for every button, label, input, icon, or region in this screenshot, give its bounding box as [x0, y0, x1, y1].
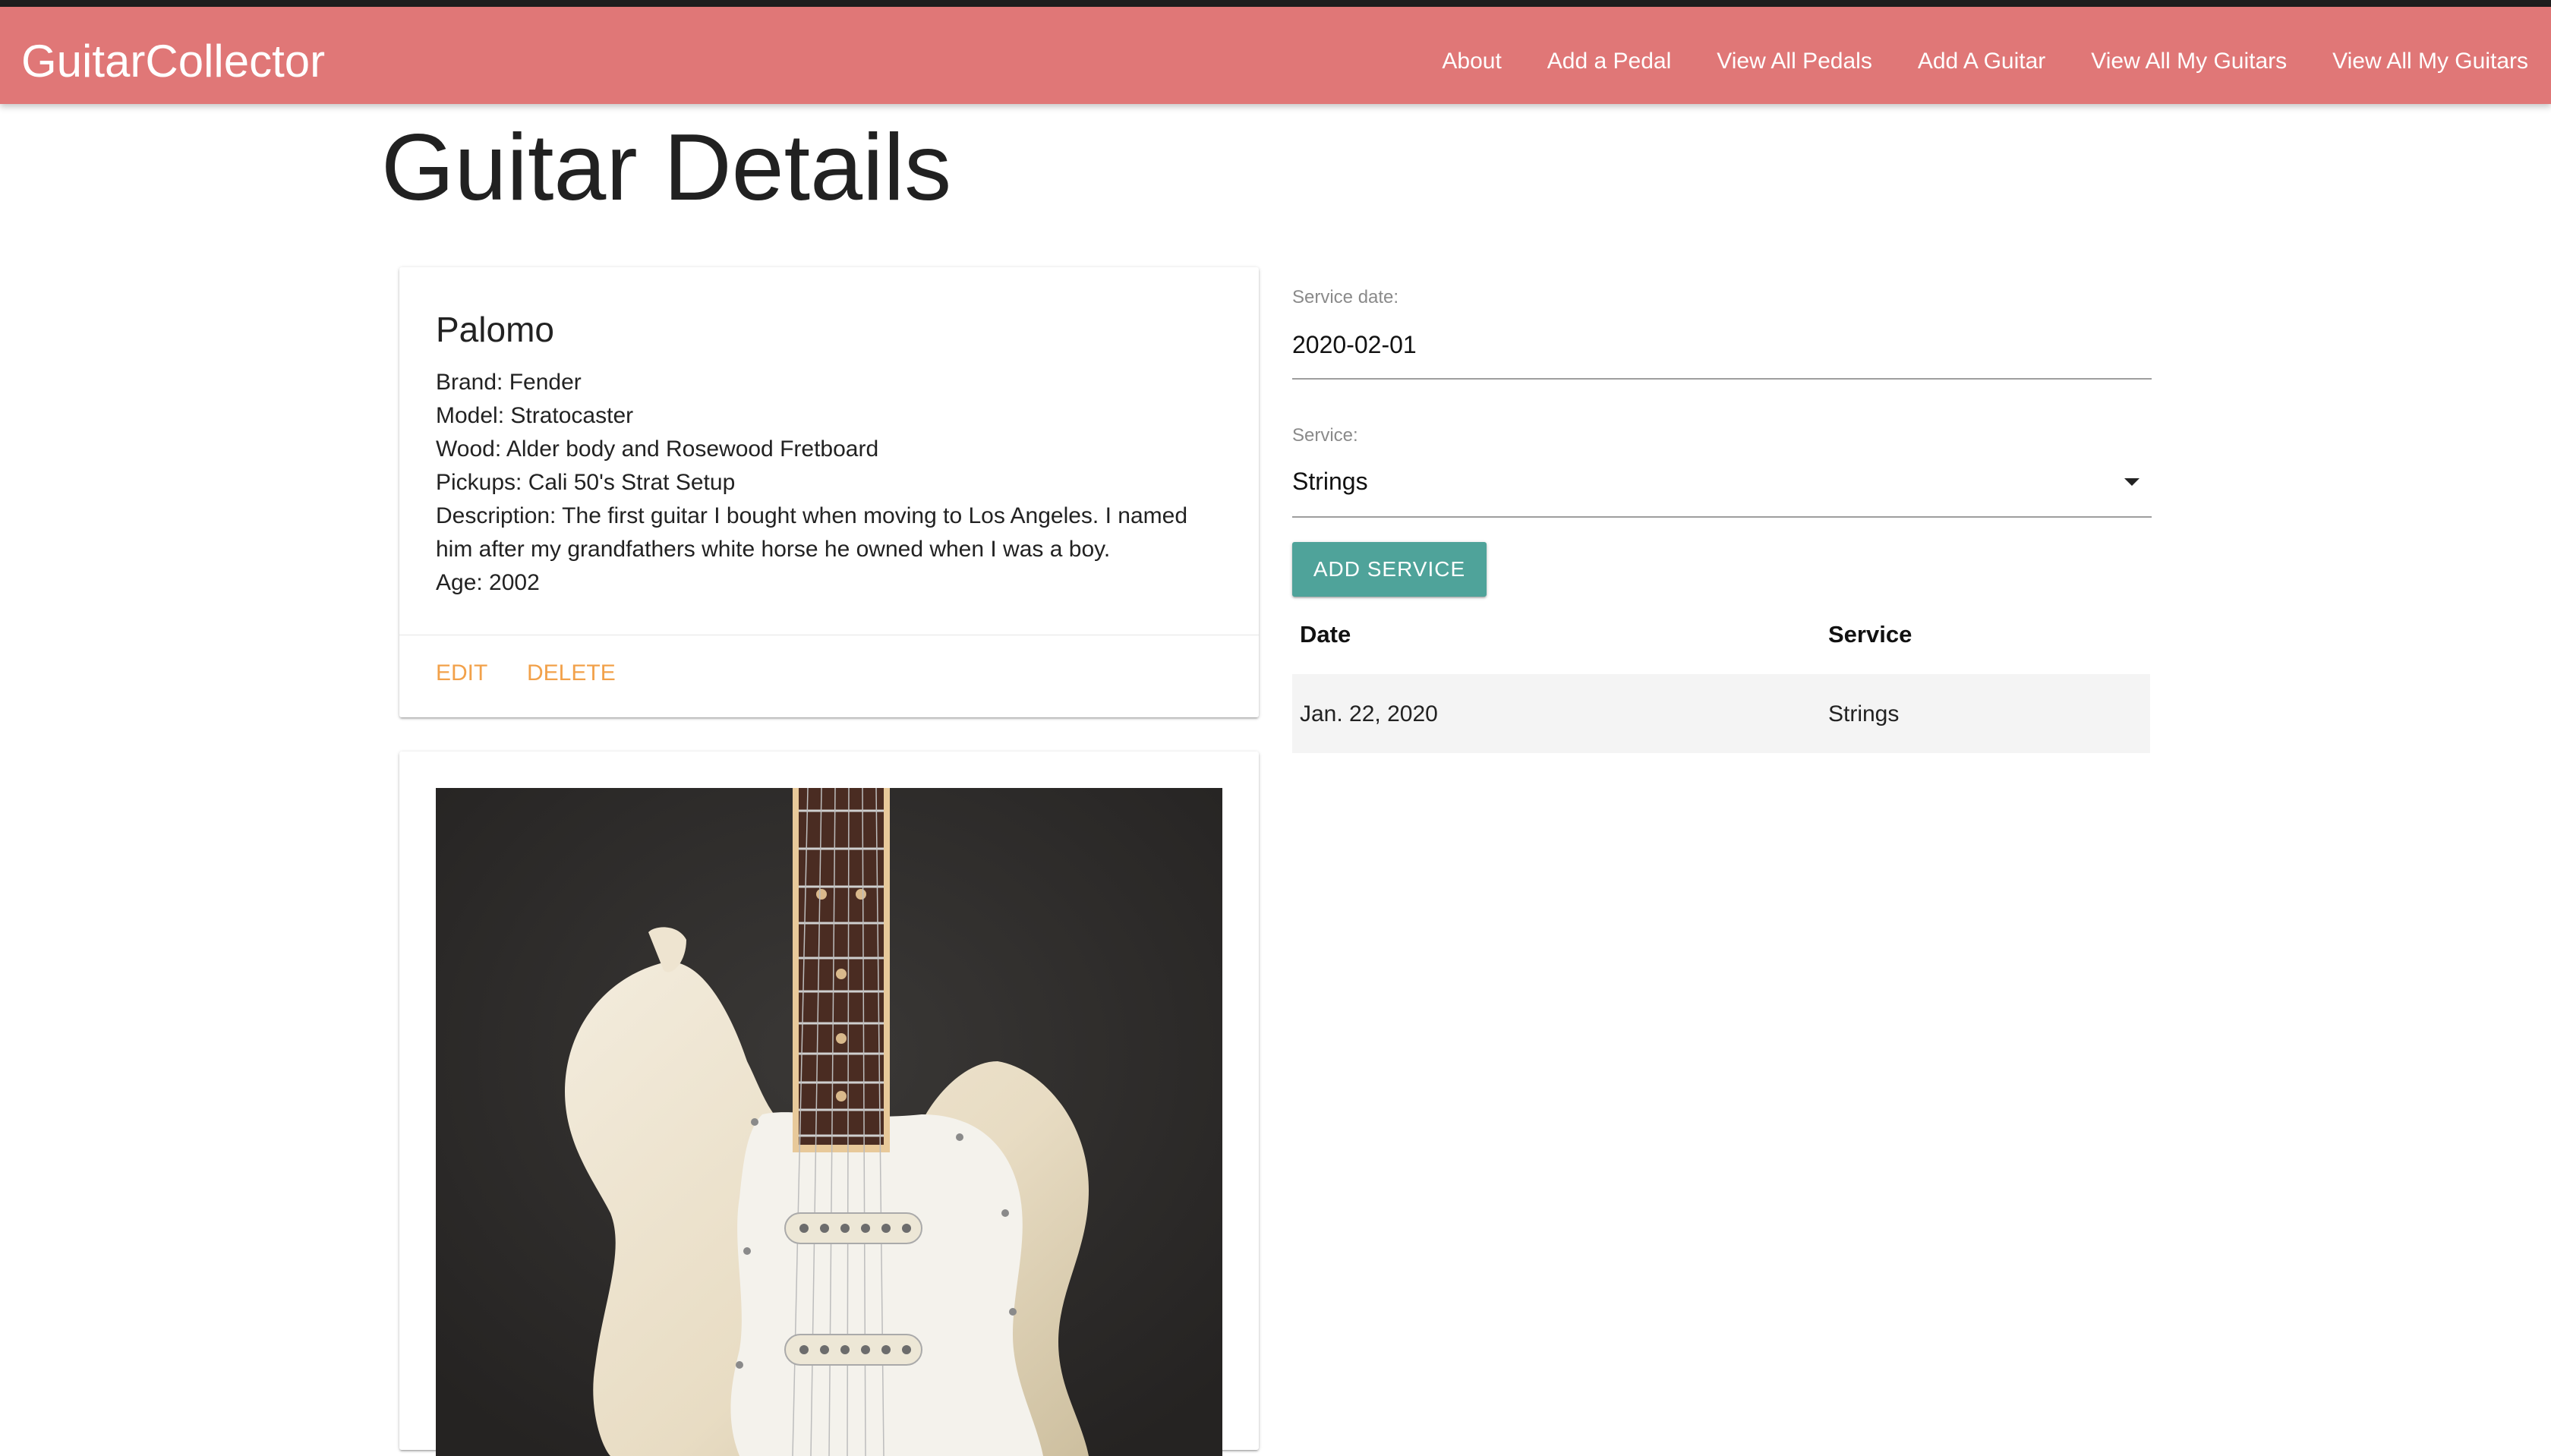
table-cell-date: Jan. 22, 2020 [1300, 701, 1438, 726]
table-cell-service: Strings [1828, 701, 1900, 726]
service-label: Service: [1292, 425, 1358, 446]
nav-link-add-pedal[interactable]: Add a Pedal [1547, 40, 1671, 83]
nav-links: About Add a Pedal View All Pedals Add A … [1442, 40, 2528, 83]
table-header-date: Date [1300, 621, 1351, 648]
nav-link-about[interactable]: About [1442, 40, 1501, 83]
service-date-input[interactable]: 2020-02-01 [1292, 331, 1417, 359]
table-header-service: Service [1828, 621, 1912, 648]
delete-link[interactable]: DELETE [527, 660, 616, 686]
guitar-pickups: Pickups: Cali 50's Strat Setup [436, 470, 736, 495]
page-title: Guitar Details [381, 115, 952, 220]
guitar-image [436, 788, 1222, 1456]
guitar-info: Brand: Fender Model: Stratocaster Wood: … [436, 366, 1225, 600]
guitar-description: Description: The first guitar I bought w… [436, 503, 1187, 562]
caret-down-icon[interactable] [2124, 478, 2139, 486]
guitar-photo [436, 788, 1222, 1456]
brand-logo[interactable]: GuitarCollector [21, 30, 325, 93]
guitar-model: Model: Stratocaster [436, 403, 634, 428]
navbar: GuitarCollector About Add a Pedal View A… [0, 7, 2551, 104]
add-service-button[interactable]: ADD SERVICE [1292, 542, 1487, 597]
top-border [0, 0, 2551, 7]
guitar-wood: Wood: Alder body and Rosewood Fretboard [436, 436, 879, 462]
service-date-label: Service date: [1292, 287, 1399, 307]
guitar-photo-card [399, 752, 1259, 1456]
guitar-brand: Brand: Fender [436, 370, 582, 395]
nav-link-add-guitar[interactable]: Add A Guitar [1918, 40, 2045, 83]
nav-link-view-guitars-2[interactable]: View All My Guitars [2332, 40, 2528, 83]
service-select-underline [1292, 516, 2152, 518]
nav-link-view-guitars[interactable]: View All My Guitars [2091, 40, 2287, 83]
service-select[interactable]: Strings [1292, 468, 1368, 496]
nav-link-view-pedals[interactable]: View All Pedals [1717, 40, 1872, 83]
guitar-detail-card: Palomo Brand: Fender Model: Stratocaster… [399, 267, 1259, 717]
guitar-age: Age: 2002 [436, 570, 540, 595]
guitar-name: Palomo [436, 310, 554, 349]
service-date-underline [1292, 378, 2152, 380]
edit-link[interactable]: EDIT [436, 660, 487, 686]
